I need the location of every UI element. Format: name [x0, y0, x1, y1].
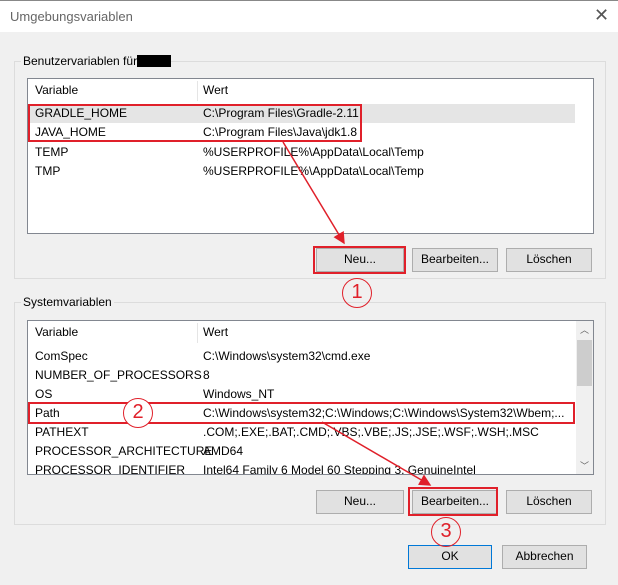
arrow-1 — [282, 141, 345, 245]
arrow-2 — [321, 421, 432, 486]
annotation-arrows — [282, 141, 432, 486]
